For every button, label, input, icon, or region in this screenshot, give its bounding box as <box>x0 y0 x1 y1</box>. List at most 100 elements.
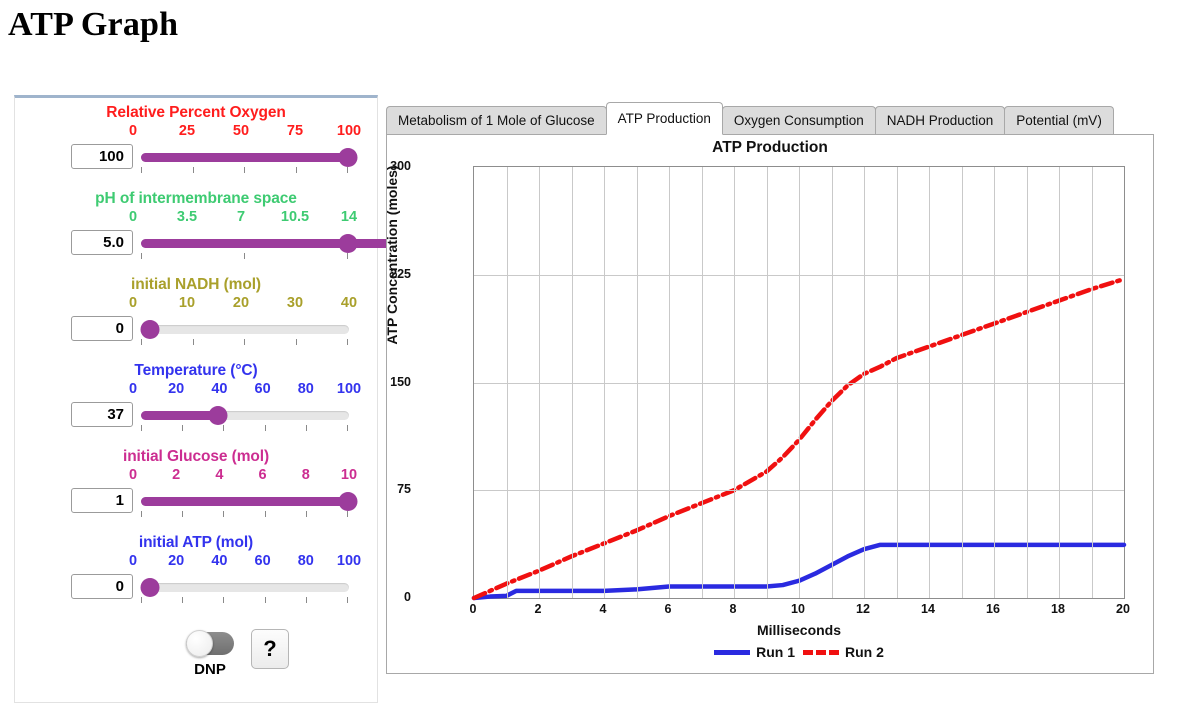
legend-label: Run 1 <box>756 644 795 660</box>
y-tick-label: 0 <box>404 590 411 604</box>
tab-bar: Metabolism of 1 Mole of Glucose ATP Produ… <box>386 102 1114 135</box>
slider-minor-ticks-temperature <box>141 425 349 433</box>
dnp-toggle-label: DNP <box>194 661 226 678</box>
slider-tick-initial-glucose-0: 0 <box>128 467 138 483</box>
tick-mark <box>347 597 348 603</box>
slider-tick-ph-intermembrane-space-0: 0 <box>128 209 138 225</box>
slider-thumb-temperature[interactable] <box>208 406 228 425</box>
x-tick-label: 16 <box>986 602 1000 616</box>
slider-thumb-initial-nadh[interactable] <box>140 320 160 339</box>
tab-metabolism-of-1-mole-of-glucose[interactable]: Metabolism of 1 Mole of Glucose <box>386 106 607 135</box>
x-tick-label: 20 <box>1116 602 1130 616</box>
tick-mark <box>223 425 225 431</box>
value-input-initial-atp[interactable]: 0 <box>71 574 133 599</box>
tick-mark <box>347 167 348 173</box>
tick-mark <box>305 511 307 517</box>
x-tick-label: 4 <box>599 602 607 616</box>
dnp-toggle[interactable]: DNP <box>175 630 245 678</box>
tab-oxygen-consumption[interactable]: Oxygen Consumption <box>721 106 876 135</box>
chart-card: ATP Production ATP Concentration (moles)… <box>384 134 1154 674</box>
slider-track-initial-nadh[interactable] <box>141 325 349 334</box>
dnp-toggle-knob[interactable] <box>186 630 213 657</box>
controls-panel: Relative Percent Oxygen 0 25 50 75 100 100 pH o… <box>14 95 672 703</box>
slider-tick-temperature-4: 80 <box>297 381 314 397</box>
slider-initial-atp: initial ATP (mol) 0 20 40 60 80 100 0 <box>15 528 377 614</box>
slider-tick-ph-intermembrane-space-2: 7 <box>236 209 246 225</box>
grid-line-horizontal <box>474 274 1124 276</box>
slider-track-initial-atp[interactable] <box>141 583 349 592</box>
value-input-ph-intermembrane-space[interactable]: 5.0 <box>71 230 133 255</box>
x-axis-label: Milliseconds <box>756 622 842 638</box>
slider-title-initial-glucose: initial Glucose (mol) <box>122 448 270 465</box>
slider-row-temperature: 37 <box>15 402 379 436</box>
slider-thumb-initial-glucose[interactable] <box>338 492 358 511</box>
slider-control-temperature[interactable] <box>141 404 349 433</box>
tick-mark <box>264 597 266 603</box>
slider-control-ph-intermembrane-space[interactable] <box>141 232 672 259</box>
help-button[interactable]: ? <box>251 629 289 669</box>
value-input-temperature[interactable]: 37 <box>71 402 133 427</box>
tick-mark <box>141 597 142 603</box>
tick-mark <box>141 339 142 345</box>
x-tick-label: 14 <box>921 602 935 616</box>
slider-thumb-relative-percent-oxygen[interactable] <box>338 148 358 167</box>
slider-tick-initial-glucose-5: 10 <box>340 467 358 483</box>
tick-mark <box>244 253 245 259</box>
slider-relative-percent-oxygen: Relative Percent Oxygen 0 25 50 75 100 100 <box>15 98 377 184</box>
x-tick-label: 18 <box>1051 602 1065 616</box>
slider-tick-labels-initial-nadh: 0 10 20 30 40 <box>129 295 357 315</box>
slider-minor-ticks-initial-nadh <box>141 339 349 347</box>
tick-mark <box>347 511 348 517</box>
tick-mark <box>192 167 194 173</box>
slider-thumb-initial-atp[interactable] <box>140 578 160 597</box>
slider-fill-initial-glucose <box>141 497 349 506</box>
tick-mark <box>295 167 297 173</box>
slider-control-initial-glucose[interactable] <box>141 490 358 519</box>
tab-potential-mv[interactable]: Potential (mV) <box>1004 106 1114 135</box>
y-tick-label: 300 <box>390 159 411 173</box>
tick-mark <box>264 425 266 431</box>
chart-title: ATP Production <box>712 139 828 156</box>
slider-tick-initial-glucose-4: 8 <box>301 467 310 483</box>
slider-tick-temperature-2: 40 <box>211 381 228 397</box>
tab-nadh-production[interactable]: NADH Production <box>874 106 1006 135</box>
slider-tick-initial-nadh-1: 10 <box>178 295 196 311</box>
value-input-relative-percent-oxygen[interactable]: 100 <box>71 144 133 169</box>
x-tick-label: 10 <box>791 602 805 616</box>
tick-mark <box>347 339 348 345</box>
grid-line-horizontal <box>474 382 1124 384</box>
tick-mark <box>347 425 348 431</box>
dnp-toggle-track[interactable] <box>186 630 234 657</box>
slider-row-initial-nadh: 0 <box>15 316 379 350</box>
slider-control-initial-atp[interactable] <box>140 576 349 603</box>
slider-tick-initial-nadh-3: 30 <box>286 295 304 311</box>
legend-label: Run 2 <box>845 644 884 660</box>
slider-tick-labels-initial-glucose: 0 2 4 6 8 10 <box>129 467 357 487</box>
slider-tick-temperature-1: 20 <box>168 381 185 397</box>
x-tick-label: 2 <box>534 602 542 616</box>
slider-tick-initial-atp-5: 100 <box>336 553 362 569</box>
slider-row-initial-atp: 0 <box>15 574 379 608</box>
value-input-initial-nadh[interactable]: 0 <box>71 316 133 341</box>
slider-tick-initial-atp-0: 0 <box>128 553 138 569</box>
slider-tick-ph-intermembrane-space-3: 10.5 <box>280 209 310 225</box>
y-tick-label: 225 <box>390 266 411 281</box>
y-tick-label: 150 <box>390 374 411 389</box>
slider-control-initial-nadh[interactable] <box>140 318 349 347</box>
graph-panel: Metabolism of 1 Mole of Glucose ATP Produ… <box>384 95 1190 683</box>
value-input-initial-glucose[interactable]: 1 <box>71 488 133 513</box>
slider-fill-temperature <box>141 411 218 420</box>
slider-tick-initial-nadh-4: 40 <box>340 295 358 311</box>
legend-swatch <box>803 649 839 655</box>
slider-initial-nadh: initial NADH (mol) 0 10 20 30 40 0 <box>15 270 377 356</box>
slider-tick-ph-intermembrane-space-4: 14 <box>340 209 358 225</box>
slider-minor-ticks-initial-glucose <box>141 511 349 519</box>
slider-tick-ph-intermembrane-space-1: 3.5 <box>176 209 198 225</box>
legend-swatch <box>714 649 751 655</box>
slider-tick-initial-atp-2: 40 <box>211 553 228 569</box>
slider-thumb-ph-intermembrane-space[interactable] <box>338 234 358 253</box>
slider-tick-labels-temperature: 0 20 40 60 80 100 <box>129 381 361 401</box>
tab-atp-production[interactable]: ATP Production <box>605 102 723 135</box>
slider-control-relative-percent-oxygen[interactable] <box>141 146 358 173</box>
x-tick-label: 6 <box>664 602 672 616</box>
